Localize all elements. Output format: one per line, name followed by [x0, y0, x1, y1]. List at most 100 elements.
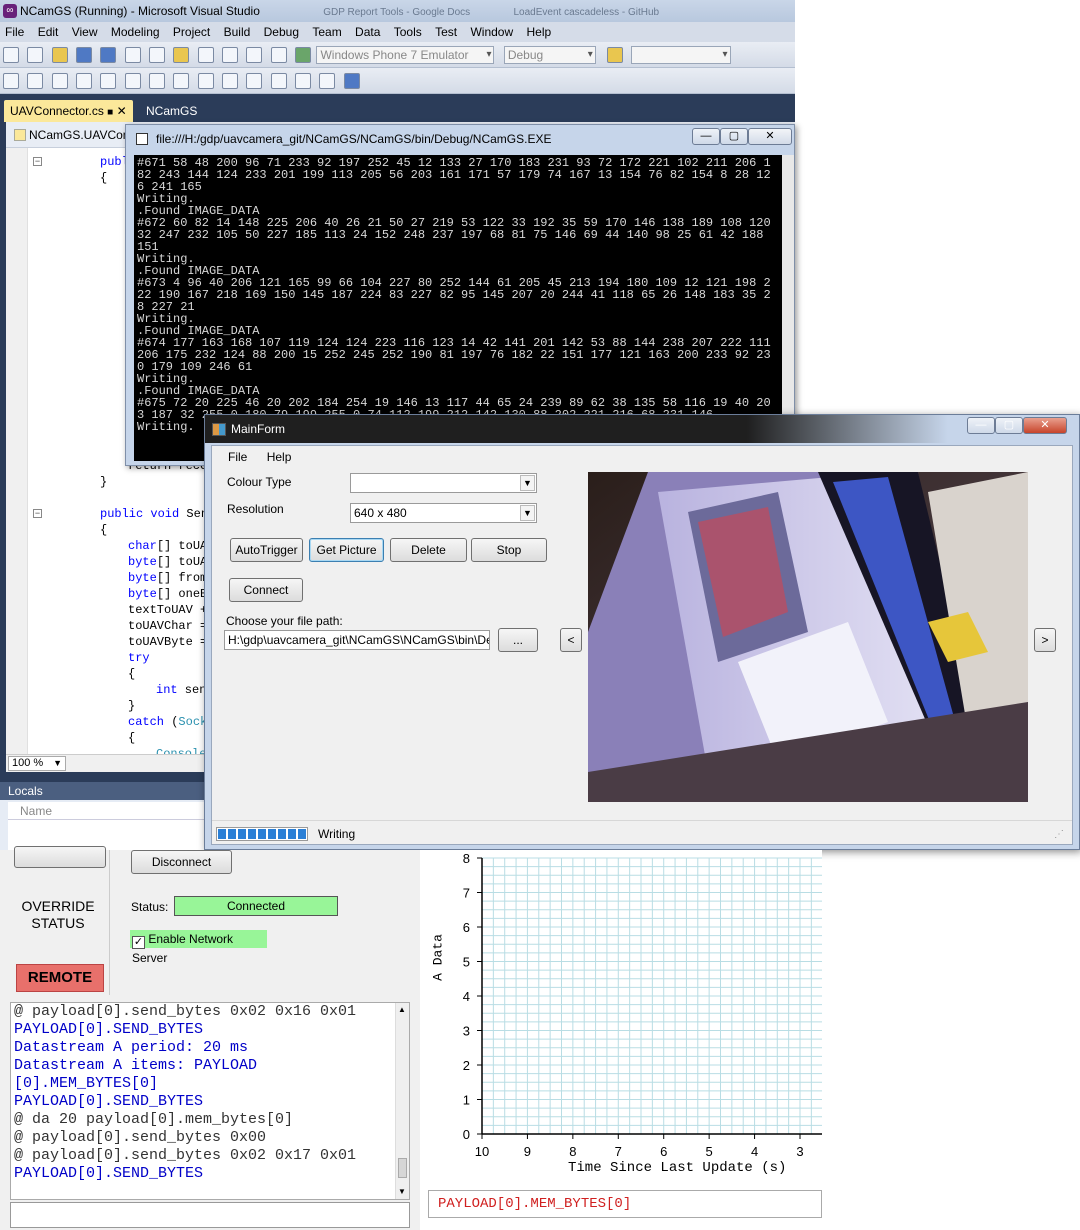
top-button[interactable] [14, 846, 106, 868]
code-line: public void Sen [100, 507, 209, 521]
menu-debug[interactable]: Debug [264, 25, 299, 39]
connect-button[interactable]: Connect [229, 578, 303, 602]
cut-icon[interactable] [124, 47, 141, 63]
browse-button[interactable]: ... [498, 628, 538, 652]
x-tick-label: 4 [751, 1144, 758, 1159]
copy-icon[interactable] [149, 47, 166, 63]
code-line: toUAVByte = [128, 635, 208, 649]
menu-window[interactable]: Window [470, 25, 513, 39]
menu-build[interactable]: Build [224, 25, 251, 39]
target-device-combo[interactable]: Windows Phone 7 Emulator [316, 46, 495, 64]
menu-modeling[interactable]: Modeling [111, 25, 160, 39]
start-debugging-icon[interactable] [295, 47, 312, 63]
save-all-icon[interactable] [100, 47, 117, 63]
y-tick-label: 7 [463, 886, 470, 901]
maximize-button[interactable]: ▢ [995, 417, 1023, 434]
delete-button[interactable]: Delete [390, 538, 467, 562]
toolbar-icon-5[interactable] [100, 73, 117, 89]
minimize-button[interactable]: — [967, 417, 995, 434]
log-scrollbar[interactable]: ▲ ▼ [395, 1003, 409, 1199]
comment-out-icon[interactable] [173, 73, 190, 89]
redo-icon[interactable] [222, 47, 239, 63]
uncomment-icon[interactable] [197, 73, 214, 89]
command-input[interactable] [10, 1202, 410, 1228]
close-tab-icon[interactable]: ✕ [117, 104, 127, 118]
bookmark-icon[interactable] [222, 73, 239, 89]
resize-grip-icon[interactable]: ⋰ [1054, 829, 1064, 840]
close-button[interactable]: ✕ [748, 128, 792, 145]
app-icon [212, 423, 226, 436]
enable-network-server-checkbox[interactable]: ✓ Enable Network Server [130, 930, 267, 965]
previous-image-button[interactable]: < [560, 628, 582, 652]
zoom-combo[interactable]: 100 % ▼ [8, 756, 66, 771]
prev-bookmark-folder-icon[interactable] [295, 73, 312, 89]
menu-view[interactable]: View [72, 25, 98, 39]
zoom-value: 100 % [12, 757, 44, 769]
remote-status-indicator[interactable]: REMOTE [16, 964, 104, 992]
decrease-indent-icon[interactable] [124, 73, 141, 89]
maximize-button[interactable]: ▢ [720, 128, 748, 145]
menu-team[interactable]: Team [312, 25, 341, 39]
next-image-button[interactable]: > [1034, 628, 1056, 652]
menu-tools[interactable]: Tools [394, 25, 422, 39]
x-tick-label: 10 [475, 1144, 489, 1159]
undo-icon[interactable] [197, 47, 214, 63]
camera-image [588, 472, 1028, 802]
y-tick-label: 6 [463, 920, 470, 935]
close-button[interactable]: ✕ [1023, 417, 1067, 434]
toolbar-icon-1[interactable] [3, 73, 19, 89]
new-project-icon[interactable] [3, 47, 19, 63]
collapse-icon[interactable]: − [33, 157, 42, 166]
chevron-down-icon: ▼ [520, 505, 535, 521]
tab-ncamgs[interactable]: NCamGS [140, 100, 203, 122]
find-in-files-icon[interactable] [607, 47, 624, 63]
open-file-icon[interactable] [51, 47, 68, 63]
clear-bookmarks-icon[interactable] [343, 73, 360, 89]
pin-icon[interactable]: ■ [107, 107, 113, 118]
toolbar-icon-2[interactable] [27, 73, 44, 89]
file-path-input[interactable]: H:\gdp\uavcamera_git\NCamGS\NCamGS\bin\D… [224, 630, 490, 650]
toolbar-icon-4[interactable] [76, 73, 93, 89]
scroll-up-icon[interactable]: ▲ [398, 1005, 406, 1014]
minimize-button[interactable]: — [692, 128, 720, 145]
navigate-back-icon[interactable] [246, 47, 263, 63]
menu-file[interactable]: File [228, 450, 247, 464]
ground-station-panel: OVERRIDE STATUS REMOTE Disconnect Status… [0, 846, 420, 1230]
progress-block [218, 829, 226, 839]
find-combo[interactable] [630, 46, 731, 64]
menu-data[interactable]: Data [355, 25, 380, 39]
toolbar-icon-3[interactable] [51, 73, 68, 89]
navigate-forward-icon[interactable] [270, 47, 287, 63]
collapse-icon[interactable]: − [33, 509, 42, 518]
menu-file[interactable]: File [5, 25, 24, 39]
menu-help[interactable]: Help [267, 450, 292, 464]
scroll-down-icon[interactable]: ▼ [398, 1187, 406, 1196]
disconnect-button[interactable]: Disconnect [131, 850, 232, 874]
prev-bookmark-icon[interactable] [246, 73, 263, 89]
next-bookmark-folder-icon[interactable] [319, 73, 336, 89]
increase-indent-icon[interactable] [149, 73, 166, 89]
y-tick-label: 5 [463, 955, 470, 970]
scroll-thumb[interactable] [398, 1158, 407, 1178]
y-tick-label: 0 [463, 1127, 470, 1142]
menu-test[interactable]: Test [435, 25, 457, 39]
save-icon[interactable] [76, 47, 93, 63]
stop-button[interactable]: Stop [471, 538, 547, 562]
code-line: byte[] oneB [128, 587, 208, 601]
solution-config-combo[interactable]: Debug [503, 46, 596, 64]
console-title-text: file:///H:/gdp/uavcamera_git/NCamGS/NCam… [156, 132, 552, 146]
editor-gutter [6, 148, 28, 754]
tab-uavconnector[interactable]: UAVConnector.cs ■ ✕ [4, 100, 133, 122]
colour-type-combo[interactable]: ▼ [350, 473, 537, 493]
menu-help[interactable]: Help [527, 25, 552, 39]
resolution-combo[interactable]: 640 x 480 ▼ [350, 503, 537, 523]
autotrigger-button[interactable]: AutoTrigger [230, 538, 303, 562]
x-tick-label: 7 [615, 1144, 622, 1159]
get-picture-button[interactable]: Get Picture [309, 538, 384, 562]
paste-icon[interactable] [173, 47, 190, 63]
add-item-icon[interactable] [27, 47, 44, 63]
vs-standard-toolbar: Windows Phone 7 Emulator Debug [0, 42, 795, 68]
menu-project[interactable]: Project [173, 25, 210, 39]
next-bookmark-icon[interactable] [270, 73, 287, 89]
menu-edit[interactable]: Edit [38, 25, 59, 39]
